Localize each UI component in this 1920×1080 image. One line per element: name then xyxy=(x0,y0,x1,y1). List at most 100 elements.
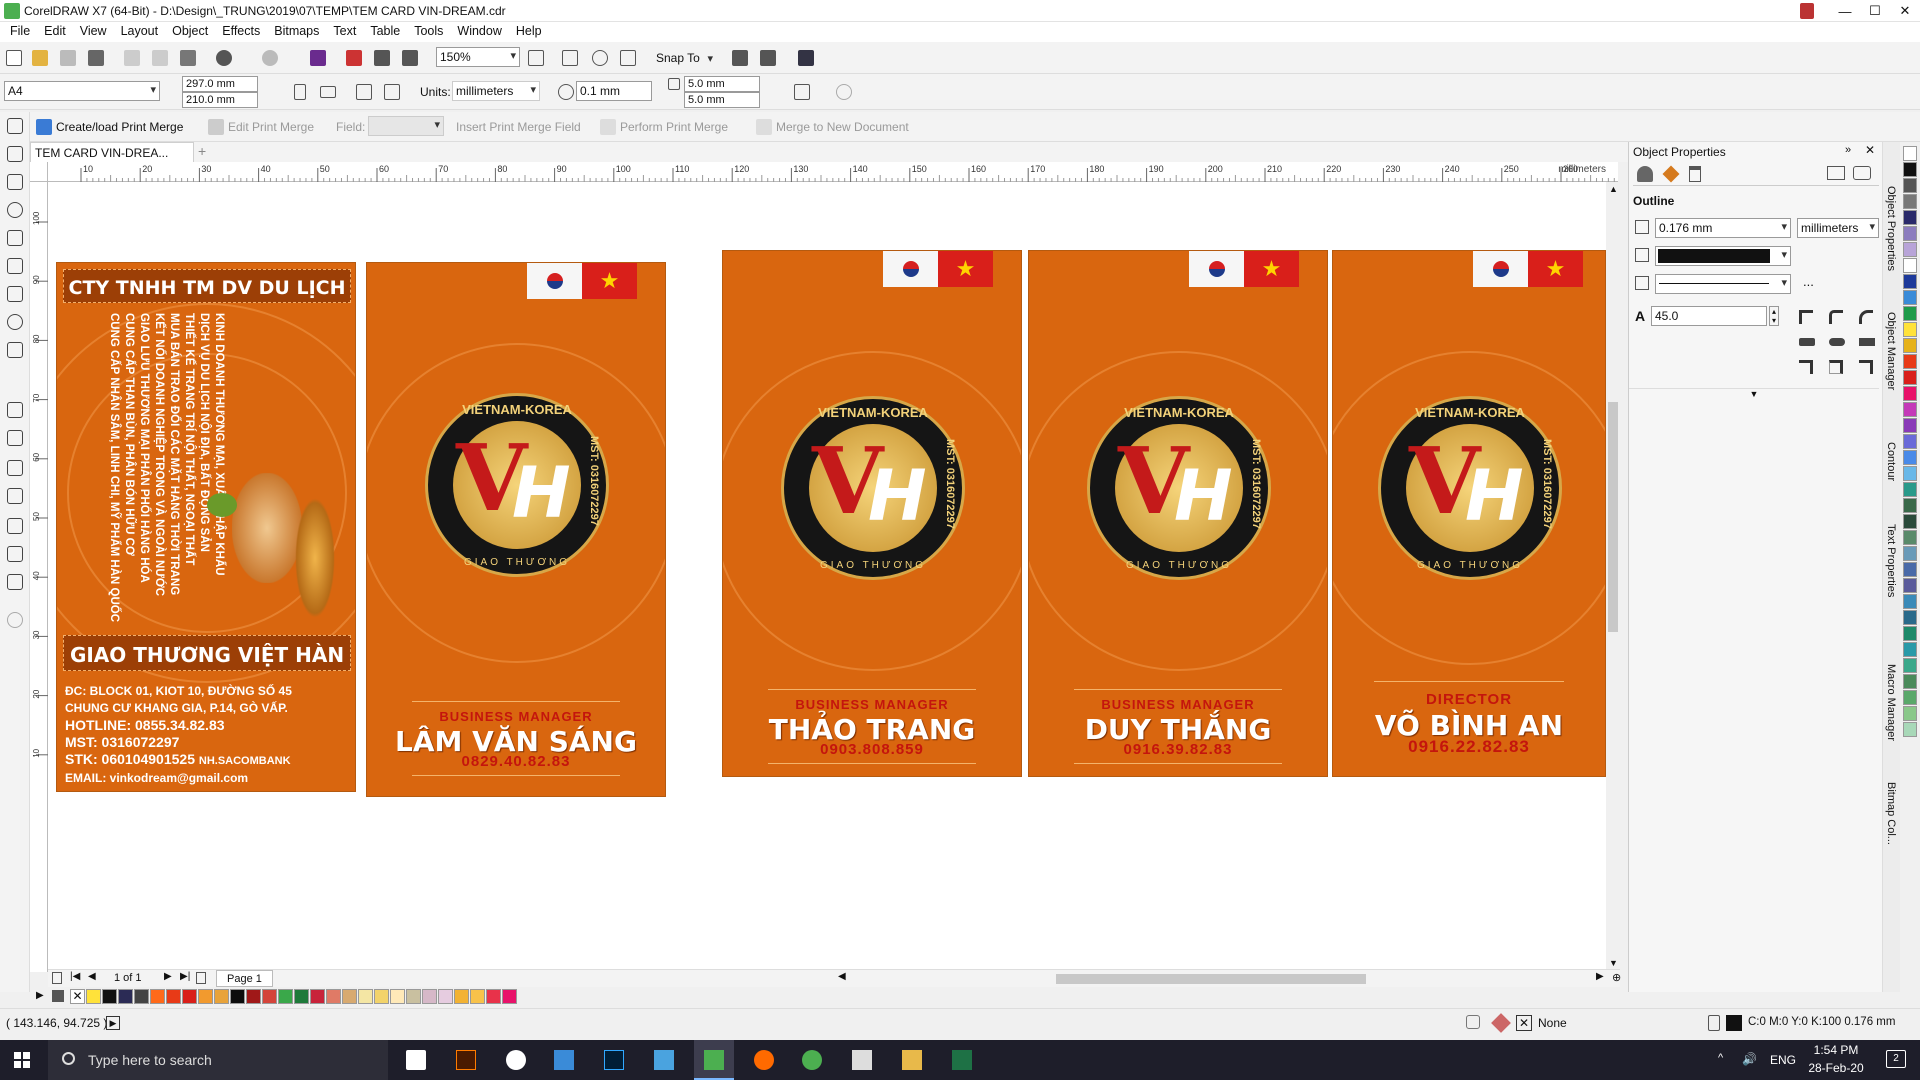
vertical-scroll-thumb[interactable] xyxy=(1608,402,1618,632)
fill-tab-icon[interactable] xyxy=(1662,165,1680,183)
color-swatch[interactable] xyxy=(1903,690,1917,705)
color-swatch[interactable] xyxy=(1903,338,1917,353)
freehand-tool-icon[interactable] xyxy=(7,230,23,246)
color-swatch[interactable] xyxy=(1903,178,1917,193)
page-height-input[interactable]: 210.0 mm xyxy=(182,92,258,108)
menu-table[interactable]: Table xyxy=(363,22,407,38)
palette-menu-icon[interactable]: ▶ xyxy=(36,990,44,1001)
smart-fill-tool-icon[interactable] xyxy=(7,574,23,590)
corner-round-icon[interactable] xyxy=(1829,310,1843,324)
color-swatch[interactable] xyxy=(1903,258,1917,273)
color-swatch[interactable] xyxy=(1903,370,1917,385)
color-swatch[interactable] xyxy=(1903,722,1917,737)
duplicate-y-input[interactable]: 5.0 mm xyxy=(684,92,760,108)
position-inside-icon[interactable] xyxy=(1859,360,1873,374)
color-swatch[interactable] xyxy=(86,989,101,1004)
name-card-2[interactable]: ★ VIETNAM-KOREA MST: 0316072297 V H GIAO… xyxy=(722,250,1022,777)
menu-layout[interactable]: Layout xyxy=(114,22,166,38)
excel-app-icon[interactable] xyxy=(952,1050,972,1070)
color-swatch[interactable] xyxy=(422,989,437,1004)
color-swatch[interactable] xyxy=(1903,642,1917,657)
color-swatch[interactable] xyxy=(1903,194,1917,209)
more-settings-button[interactable]: ... xyxy=(1803,274,1814,289)
cap-butt-icon[interactable] xyxy=(1799,338,1815,346)
show-rulers-icon[interactable] xyxy=(562,50,578,66)
units-select[interactable]: millimeters xyxy=(452,81,540,101)
color-swatch[interactable] xyxy=(1903,498,1917,513)
color-swatch[interactable] xyxy=(1903,562,1917,577)
rectangle-tool-icon[interactable] xyxy=(7,286,23,302)
menu-bitmaps[interactable]: Bitmaps xyxy=(267,22,326,38)
duplicate-x-input[interactable]: 5.0 mm xyxy=(684,76,760,92)
name-card-3[interactable]: ★ VIETNAM-KOREA MST: 0316072297 V H GIAO… xyxy=(1028,250,1328,777)
next-page-icon[interactable]: ▶ xyxy=(164,971,172,982)
drawing-canvas[interactable]: CTY TNHH TM DV DU LỊCH KINH DOANH THƯƠNG… xyxy=(48,182,1618,972)
color-swatch[interactable] xyxy=(342,989,357,1004)
miter-limit-input[interactable]: 45.0 xyxy=(1651,306,1767,326)
color-swatch[interactable] xyxy=(166,989,181,1004)
copy-icon[interactable] xyxy=(152,50,168,66)
vertical-scrollbar[interactable]: ▲ ▼ xyxy=(1606,182,1620,972)
page-1-tab[interactable]: Page 1 xyxy=(216,970,273,987)
application-launcher-icon[interactable] xyxy=(760,50,776,66)
docker-close-icon[interactable]: ✕ xyxy=(1865,143,1875,157)
color-swatch[interactable] xyxy=(1903,386,1917,401)
color-swatch[interactable] xyxy=(1903,610,1917,625)
notification-center-icon[interactable]: 2 xyxy=(1886,1050,1906,1068)
tab-object-properties[interactable]: Object Properties xyxy=(1885,186,1897,271)
text-tool-icon[interactable] xyxy=(7,370,23,386)
color-swatch[interactable] xyxy=(486,989,501,1004)
import-icon[interactable] xyxy=(346,50,362,66)
user-account-icon[interactable] xyxy=(1800,3,1814,19)
zoom-level-select[interactable]: 150% xyxy=(436,47,520,67)
color-swatch[interactable] xyxy=(1903,466,1917,481)
minimize-button[interactable]: — xyxy=(1828,0,1862,22)
name-card-4[interactable]: ★ VIETNAM-KOREA MST: 0316072297 V H GIAO… xyxy=(1332,250,1606,777)
menu-edit[interactable]: Edit xyxy=(37,22,73,38)
outline-width-select[interactable]: 0.176 mm xyxy=(1655,218,1791,238)
color-swatch[interactable] xyxy=(374,989,389,1004)
color-swatch[interactable] xyxy=(1903,658,1917,673)
edit-print-merge-button[interactable]: Edit Print Merge xyxy=(228,120,314,134)
color-swatch[interactable] xyxy=(1903,418,1917,433)
add-document-icon[interactable]: + xyxy=(198,143,206,159)
color-swatch[interactable] xyxy=(502,989,517,1004)
menu-object[interactable]: Object xyxy=(165,22,215,38)
miter-limit-spinner[interactable]: ▴ ▾ xyxy=(1769,306,1779,326)
color-swatch[interactable] xyxy=(406,989,421,1004)
fill-none-swatch[interactable]: ✕ xyxy=(1516,1015,1532,1031)
file-explorer-app-icon[interactable] xyxy=(902,1050,922,1070)
tab-contour[interactable]: Contour xyxy=(1885,442,1897,481)
color-swatch[interactable] xyxy=(134,989,149,1004)
color-swatch[interactable] xyxy=(358,989,373,1004)
artistic-media-tool-icon[interactable] xyxy=(7,258,23,274)
eyedropper-tool-icon[interactable] xyxy=(7,518,23,534)
menu-file[interactable]: File xyxy=(0,22,37,38)
search-content-icon[interactable] xyxy=(310,50,326,66)
page-size-select[interactable]: A4 xyxy=(4,81,160,101)
scroll-down-icon[interactable]: ▼ xyxy=(1609,958,1618,968)
undo-icon[interactable] xyxy=(216,50,232,66)
ruler-origin[interactable] xyxy=(30,162,48,182)
menu-window[interactable]: Window xyxy=(450,22,508,38)
language-indicator[interactable]: ENG xyxy=(1770,1053,1796,1067)
color-swatch[interactable] xyxy=(1903,594,1917,609)
previous-page-icon[interactable]: ◀ xyxy=(88,971,96,982)
color-swatch[interactable] xyxy=(1903,514,1917,529)
tray-overflow-icon[interactable]: ^ xyxy=(1718,1052,1723,1064)
new-icon[interactable] xyxy=(6,50,22,66)
docker-expand-arrow-icon[interactable]: ▼ xyxy=(1629,388,1879,400)
menu-tools[interactable]: Tools xyxy=(407,22,450,38)
color-swatch[interactable] xyxy=(1903,434,1917,449)
photos-app-icon[interactable] xyxy=(654,1050,674,1070)
first-page-icon[interactable]: |◀ xyxy=(70,971,80,982)
line-style-select[interactable] xyxy=(1655,274,1791,294)
color-swatch[interactable] xyxy=(1903,306,1917,321)
color-swatch[interactable] xyxy=(278,989,293,1004)
page-settings-icon[interactable] xyxy=(52,972,62,984)
color-swatch[interactable] xyxy=(1903,290,1917,305)
current-page-icon[interactable] xyxy=(384,84,400,100)
tab-text-properties[interactable]: Text Properties xyxy=(1885,524,1897,597)
color-swatch[interactable] xyxy=(1903,274,1917,289)
color-swatch[interactable] xyxy=(198,989,213,1004)
